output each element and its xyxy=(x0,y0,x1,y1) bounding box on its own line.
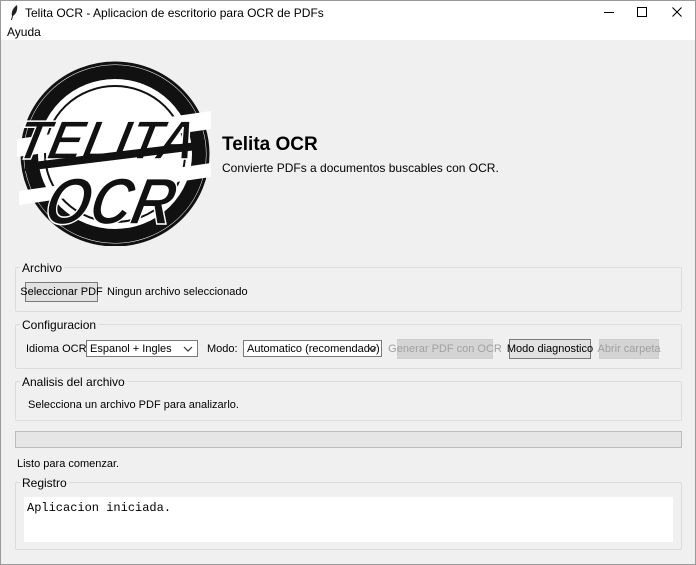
status-text: Listo para comenzar. xyxy=(17,458,120,470)
close-button[interactable] xyxy=(660,1,695,24)
archivo-group-label: Archivo xyxy=(20,261,65,275)
menu-bar: Ayuda xyxy=(1,24,695,40)
app-window: Telita OCR - Aplicacion de escritorio pa… xyxy=(0,0,696,565)
config-group-label: Configuracion xyxy=(20,318,99,332)
app-subtitle: Convierte PDFs a documentos buscables co… xyxy=(222,161,499,175)
analysis-message: Selecciona un archivo PDF para analizarl… xyxy=(28,399,239,411)
log-textarea[interactable]: Aplicacion iniciada. xyxy=(24,497,673,542)
language-label: Idioma OCR: xyxy=(26,343,90,355)
minimize-button[interactable] xyxy=(592,1,627,24)
menu-ayuda[interactable]: Ayuda xyxy=(7,25,41,39)
logo-text-ocr: OCR xyxy=(39,166,183,239)
file-status-text: Ningun archivo seleccionado xyxy=(107,286,248,298)
language-select[interactable]: Espanol + Ingles xyxy=(86,340,198,357)
chevron-down-icon xyxy=(367,346,377,352)
title-bar[interactable]: Telita OCR - Aplicacion de escritorio pa… xyxy=(1,1,695,24)
progress-bar xyxy=(15,431,682,448)
chevron-down-icon xyxy=(183,346,193,352)
maximize-button[interactable] xyxy=(625,1,660,24)
select-pdf-button[interactable]: Seleccionar PDF xyxy=(20,282,103,302)
open-folder-button[interactable]: Abrir carpeta xyxy=(598,339,661,359)
diagnostic-mode-button[interactable]: Modo diagnostico xyxy=(507,339,593,359)
mode-select[interactable]: Automatico (recomendado) xyxy=(243,340,382,357)
mode-value: Automatico (recomendado) xyxy=(247,342,380,355)
log-group-label: Registro xyxy=(20,476,69,490)
maximize-icon xyxy=(637,7,647,17)
mode-label: Modo: xyxy=(207,343,238,355)
language-value: Espanol + Ingles xyxy=(90,342,172,355)
feather-icon xyxy=(11,5,18,20)
telita-ocr-logo: TELITA OCR xyxy=(15,61,211,246)
close-icon xyxy=(672,7,682,17)
analysis-group-label: Analisis del archivo xyxy=(20,375,127,389)
generate-pdf-button[interactable]: Generar PDF con OCR xyxy=(388,339,502,359)
window-title: Telita OCR - Aplicacion de escritorio pa… xyxy=(25,6,324,20)
app-title: Telita OCR xyxy=(222,134,318,155)
minimize-icon xyxy=(604,12,614,13)
